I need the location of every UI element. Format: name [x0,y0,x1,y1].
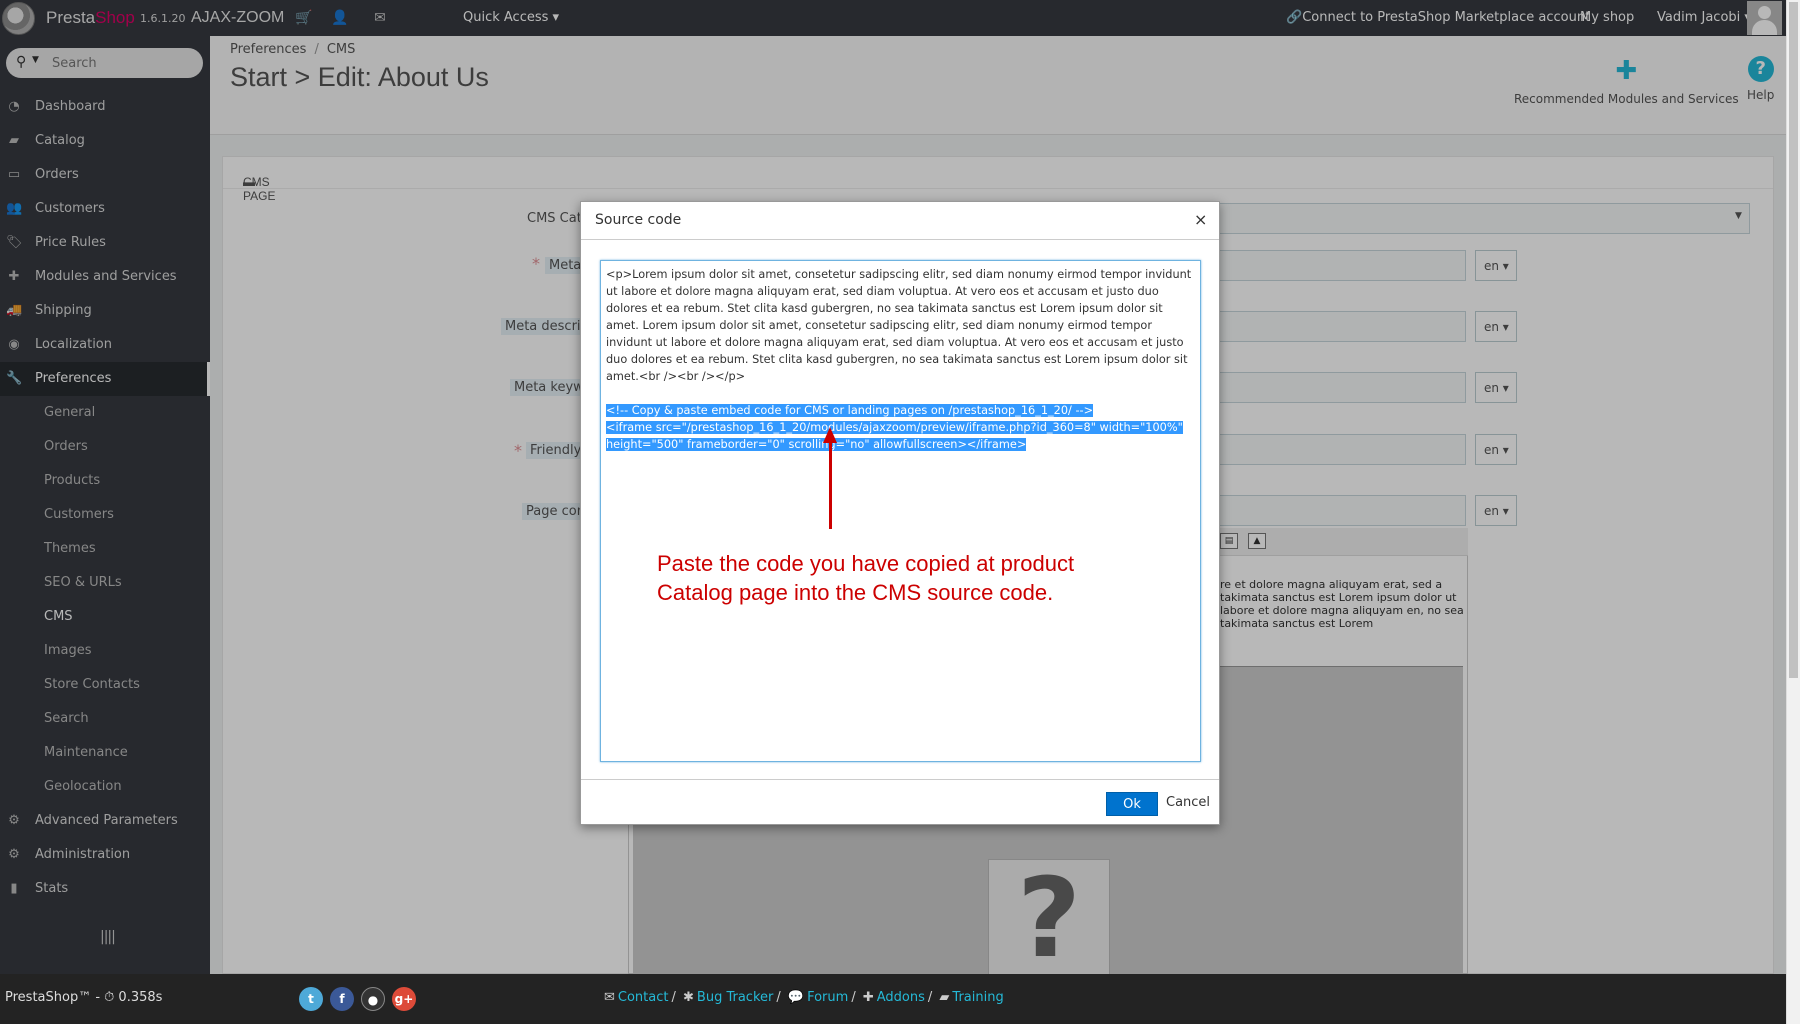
contact-link[interactable]: Contact [618,990,669,1005]
comments-icon: 💬 [787,990,805,1005]
annotation-arrow [829,442,832,529]
footer-prestashop-timing: PrestaShop™ - ⏱ 0.358s [5,990,163,1005]
source-html-text: <p>Lorem ipsum dolor sit amet, consetetu… [606,268,1192,383]
annotation-text: Paste the code you have copied at produc… [657,551,1075,605]
selected-embed-comment: <!-- Copy & paste embed code for CMS or … [606,404,1094,417]
twitter-icon[interactable]: t [299,987,323,1011]
source-code-dialog: Source code × <p>Lorem ipsum dolor sit a… [580,201,1220,825]
divider [581,239,1219,240]
cancel-button[interactable]: Cancel [1166,795,1210,810]
close-icon[interactable]: × [1194,210,1207,229]
forum-link[interactable]: Forum [807,990,848,1005]
footer-links: ✉ Contact / ✱ Bug Tracker / 💬 Forum / ✚ Addons /… [604,990,1004,1005]
training-link[interactable]: Training [952,990,1003,1005]
github-icon[interactable]: ● [361,987,385,1011]
ok-button[interactable]: Ok [1106,792,1158,816]
google-plus-icon[interactable]: g+ [392,987,416,1011]
bug-tracker-link[interactable]: Bug Tracker [697,990,773,1005]
book-icon: ▰ [939,990,950,1005]
annotation-arrow-head [823,427,837,443]
selected-embed-iframe: <iframe src="/prestashop_16_1_20/modules… [606,421,1183,451]
footer: PrestaShop™ - ⏱ 0.358s t f ● g+ ✉ Contact… [0,974,1786,1024]
facebook-icon[interactable]: f [330,987,354,1011]
page-scrollbar[interactable] [1786,0,1800,1024]
bug-icon: ✱ [683,990,694,1005]
puzzle-icon: ✚ [862,990,874,1005]
envelope-icon: ✉ [604,990,615,1005]
addons-link[interactable]: Addons [877,990,925,1005]
divider [581,779,1219,780]
source-code-textarea[interactable]: <p>Lorem ipsum dolor sit amet, consetetu… [600,260,1201,762]
scrollbar-thumb[interactable] [1789,2,1798,678]
dialog-title: Source code [595,212,682,228]
